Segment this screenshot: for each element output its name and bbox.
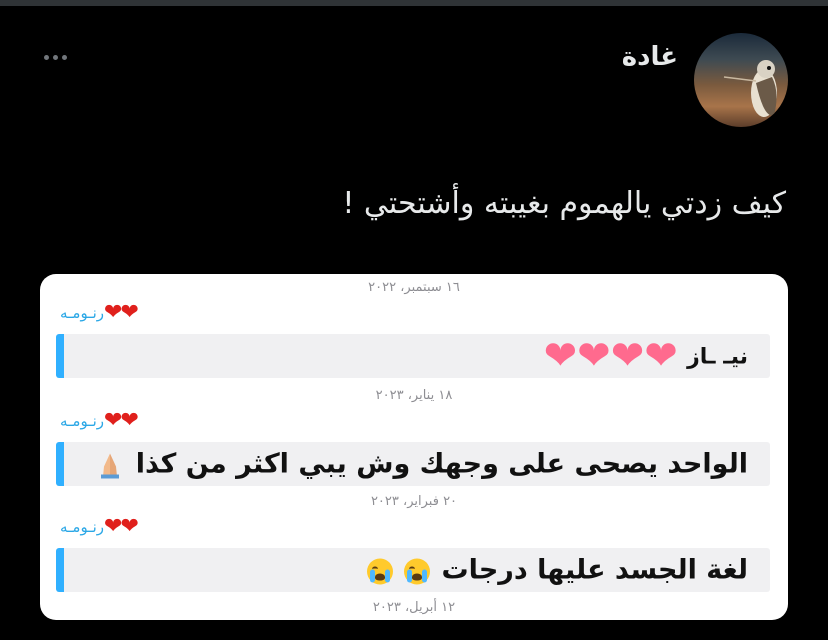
author-avatar[interactable] xyxy=(694,33,788,127)
message-text: الواحد يصحى على وجهك وش يبي اكثر من كذا xyxy=(135,448,748,480)
sender-name: رنـومـه xyxy=(60,412,105,430)
top-divider xyxy=(0,0,828,6)
hearts-emoji: ❤❤ xyxy=(104,514,139,539)
crying-face-icon xyxy=(366,558,393,584)
message-bubble: الواحد يصحى على وجهك وش يبي اكثر من كذا xyxy=(56,442,770,486)
chat-date: ١٨ يناير، ٢٠٢٣ xyxy=(375,388,453,403)
message-sender: ❤❤ رنـومـه xyxy=(58,300,139,325)
hearts-icon: ❤❤❤❤ xyxy=(543,333,678,379)
crying-face-icon xyxy=(404,558,431,584)
chat-date: ٢٠ فبراير، ٢٠٢٣ xyxy=(370,494,458,509)
chat-date: ١٢ أبريل، ٢٠٢٣ xyxy=(372,600,456,615)
message-bubble: نيـ ـاز ❤❤❤❤ xyxy=(56,334,770,378)
message-text-wrap: نيـ ـاز ❤❤❤❤ xyxy=(544,336,748,376)
hearts-emoji: ❤❤ xyxy=(104,408,139,433)
chat-screenshot-image[interactable]: ١٦ سبتمبر، ٢٠٢٢ ❤❤ رنـومـه نيـ ـاز ❤❤❤❤ … xyxy=(40,274,788,620)
message-sender: ❤❤ رنـومـه xyxy=(58,408,139,433)
message-text: نيـ ـاز xyxy=(687,344,748,370)
author-name[interactable]: غادة xyxy=(622,42,678,72)
falcon-avatar-icon xyxy=(723,60,777,117)
sender-name: رنـومـه xyxy=(60,518,105,536)
chat-date: ١٦ سبتمبر، ٢٠٢٢ xyxy=(368,280,460,295)
hearts-emoji: ❤❤ xyxy=(104,300,139,325)
message-text: لغة الجسد عليها درجات xyxy=(441,554,748,586)
message-bubble: لغة الجسد عليها درجات xyxy=(56,548,770,592)
praying-hands-icon xyxy=(101,453,120,478)
message-text-wrap: لغة الجسد عليها درجات xyxy=(366,554,748,586)
sender-name: رنـومـه xyxy=(60,304,105,322)
more-options-icon[interactable] xyxy=(44,55,67,60)
tweet-text: كيف زدتي يالهموم بغيبته وأشتحتي ! xyxy=(342,186,786,221)
message-text-wrap: الواحد يصحى على وجهك وش يبي اكثر من كذا xyxy=(98,449,748,480)
message-sender: ❤❤ رنـومـه xyxy=(58,514,139,539)
